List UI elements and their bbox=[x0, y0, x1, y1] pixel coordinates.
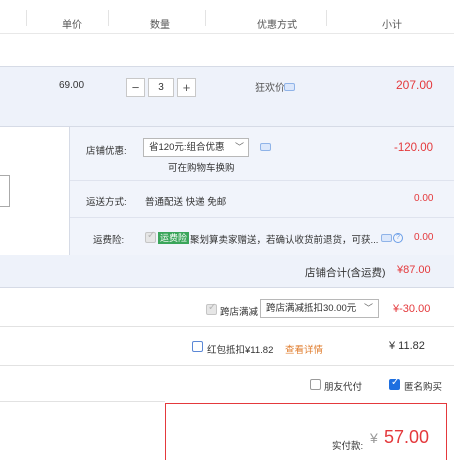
payment-summary-box: 实付款: ¥ 57.00 bbox=[165, 403, 447, 460]
shop-promo-left-panel bbox=[0, 127, 70, 255]
header-subtotal: 小计 bbox=[382, 20, 402, 31]
red-packet-amount: ¥ 11.82 bbox=[389, 340, 425, 352]
cross-store-label: 跨店满减 bbox=[220, 307, 259, 318]
friend-pay-label: 朋友代付 bbox=[324, 382, 363, 393]
payment-label: 实付款: bbox=[332, 441, 364, 452]
payment-currency: ¥ bbox=[370, 430, 378, 446]
divider bbox=[0, 326, 454, 327]
offer-label: 狂欢价 bbox=[255, 83, 285, 94]
shop-promo-note: 可在购物车换购 bbox=[168, 163, 235, 174]
anonymous-label: 匿名购买 bbox=[404, 382, 443, 393]
friend-pay-checkbox[interactable] bbox=[310, 379, 321, 390]
chat-bubble-icon[interactable] bbox=[260, 143, 271, 151]
divider bbox=[70, 180, 454, 181]
item-price: 69.00 bbox=[59, 80, 85, 91]
chat-bubble-icon[interactable] bbox=[284, 83, 295, 91]
shop-promo-select[interactable]: 省120元:组合优惠 ﹀ bbox=[143, 138, 249, 157]
cross-store-select[interactable]: 跨店满减抵扣30.00元 ﹀ bbox=[260, 299, 379, 318]
chevron-down-icon: ﹀ bbox=[234, 142, 244, 152]
cross-store-checkbox[interactable] bbox=[206, 302, 217, 315]
shipping-label: 运送方式: bbox=[86, 197, 127, 208]
shop-promo-amount: -120.00 bbox=[394, 142, 434, 154]
header-separator bbox=[108, 10, 109, 26]
decrease-button[interactable]: − bbox=[126, 78, 145, 97]
shop-promo-selected: 省120元:组合优惠 bbox=[149, 142, 225, 153]
increase-button[interactable]: + bbox=[177, 78, 196, 97]
red-packet-label: 红包抵扣¥11.82 bbox=[207, 345, 274, 356]
header-separator bbox=[26, 10, 27, 26]
divider bbox=[0, 401, 165, 402]
shop-message-box[interactable] bbox=[0, 175, 10, 207]
item-row bbox=[0, 66, 454, 127]
table-header: 单价 数量 优惠方式 小计 bbox=[0, 0, 454, 34]
chat-bubble-icon[interactable] bbox=[381, 234, 392, 242]
help-icon[interactable]: ? bbox=[393, 233, 403, 243]
header-offer: 优惠方式 bbox=[257, 20, 297, 31]
shop-total-amount: ¥87.00 bbox=[397, 264, 431, 276]
chevron-down-icon: ﹀ bbox=[363, 303, 373, 313]
divider bbox=[0, 365, 454, 366]
shop-total-label: 店铺合计(含运费) bbox=[305, 267, 386, 279]
divider bbox=[70, 217, 454, 218]
header-separator bbox=[205, 10, 206, 26]
header-unit-price: 单价 bbox=[62, 20, 82, 31]
insurance-checkbox[interactable] bbox=[145, 230, 156, 243]
cross-store-selected: 跨店满减抵扣30.00元 bbox=[266, 303, 357, 314]
header-quantity: 数量 bbox=[150, 20, 170, 31]
shipping-value: 普通配送 快递 免邮 bbox=[145, 197, 227, 208]
header-separator bbox=[326, 10, 327, 26]
insurance-tag: 运费险 bbox=[158, 232, 190, 244]
quantity-input[interactable]: 3 bbox=[148, 78, 174, 97]
shipping-amount: 0.00 bbox=[414, 193, 434, 204]
quantity-stepper[interactable]: − 3 + bbox=[126, 78, 196, 97]
insurance-label: 运费险: bbox=[93, 235, 125, 246]
payment-amount: 57.00 bbox=[384, 427, 430, 447]
insurance-amount: 0.00 bbox=[414, 232, 434, 243]
red-packet-checkbox[interactable] bbox=[192, 341, 203, 352]
insurance-text: 聚划算卖家赠送，若确认收货前退货，可获... bbox=[190, 235, 379, 246]
anonymous-checkbox[interactable] bbox=[389, 377, 400, 390]
item-amount: 207.00 bbox=[396, 78, 433, 92]
cross-store-amount: ¥-30.00 bbox=[393, 303, 431, 315]
shop-promo-label: 店铺优惠: bbox=[86, 146, 127, 157]
view-details-link[interactable]: 查看详情 bbox=[285, 342, 323, 356]
